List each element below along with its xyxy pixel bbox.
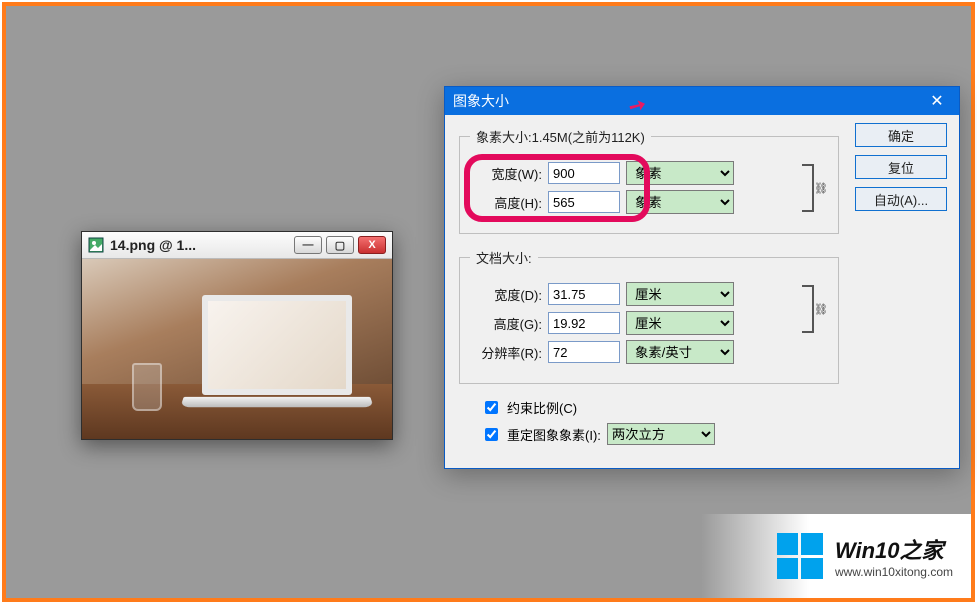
doc-width-label: 宽度(D): [470, 285, 542, 304]
scene-laptop-screen [202, 295, 352, 395]
app-icon [88, 237, 104, 253]
dialog-side-buttons: 确定 复位 自动(A)... [855, 123, 947, 211]
resolution-row: 分辨率(R): 象素/英寸 [470, 340, 828, 364]
reset-button[interactable]: 复位 [855, 155, 947, 179]
resample-checkbox[interactable]: 重定图象象素(I): 两次立方 [481, 423, 839, 445]
pixel-dimensions-group: 象素大小:1.45M(之前为112K) 宽度(W): 象素 高度(H): 象素 [459, 127, 839, 234]
scene-laptop-base [180, 397, 374, 407]
maximize-button[interactable]: ▢ [326, 236, 354, 254]
dialog-titlebar[interactable]: 图象大小 ➚ ✕ [445, 87, 959, 115]
pixel-width-input[interactable] [548, 162, 620, 184]
resample-label: 重定图象象素(I): [507, 425, 601, 444]
image-window-title: 14.png @ 1... [110, 237, 288, 253]
close-button[interactable]: X [358, 236, 386, 254]
constrain-proportions-input[interactable] [485, 401, 498, 414]
link-chain-icon[interactable]: ⛓ [814, 182, 828, 195]
image-size-dialog: 图象大小 ➚ ✕ 确定 复位 自动(A)... 象素大小:1.45M(之前为11… [444, 86, 960, 469]
doc-width-row: 宽度(D): 厘米 [470, 282, 828, 306]
resample-input[interactable] [485, 428, 498, 441]
doc-width-input[interactable] [548, 283, 620, 305]
link-bracket-icon [802, 164, 814, 212]
pixel-height-input[interactable] [548, 191, 620, 213]
doc-height-unit-select[interactable]: 厘米 [626, 311, 734, 335]
watermark-text: Win10之家 www.win10xitong.com [835, 533, 953, 579]
image-window[interactable]: 14.png @ 1... — ▢ X [81, 231, 393, 440]
minimize-button[interactable]: — [294, 236, 322, 254]
document-size-legend: 文档大小: [470, 248, 538, 267]
window-buttons: — ▢ X [294, 236, 386, 254]
dialog-title: 图象大小 [453, 91, 915, 111]
doc-width-unit-select[interactable]: 厘米 [626, 282, 734, 306]
watermark-title: Win10之家 [835, 533, 953, 565]
watermark: Win10之家 www.win10xitong.com [701, 514, 971, 598]
dialog-close-button[interactable]: ✕ [915, 87, 959, 115]
constrain-proportions-checkbox[interactable]: 约束比例(C) [481, 398, 839, 417]
ok-button[interactable]: 确定 [855, 123, 947, 147]
workspace: 14.png @ 1... — ▢ X 图象大小 ➚ ✕ 确定 复位 自动( [2, 2, 975, 602]
options-group: 约束比例(C) 重定图象象素(I): 两次立方 [481, 398, 839, 445]
constrain-proportions-label: 约束比例(C) [507, 398, 577, 417]
resolution-input[interactable] [548, 341, 620, 363]
link-chain-icon[interactable]: ⛓ [814, 303, 828, 316]
pixel-width-row: 宽度(W): 象素 [470, 161, 828, 185]
image-window-titlebar[interactable]: 14.png @ 1... — ▢ X [82, 232, 392, 259]
auto-button[interactable]: 自动(A)... [855, 187, 947, 211]
link-bracket-icon [802, 285, 814, 333]
pixel-height-unit-select[interactable]: 象素 [626, 190, 734, 214]
resolution-label: 分辨率(R): [470, 343, 542, 362]
pixel-width-label: 宽度(W): [470, 164, 542, 183]
document-size-group: 文档大小: 宽度(D): 厘米 高度(G): 厘米 分辨率(R): [459, 248, 839, 384]
pixel-dimensions-legend: 象素大小:1.45M(之前为112K) [470, 127, 651, 146]
resample-method-select[interactable]: 两次立方 [607, 423, 715, 445]
scene-glass [132, 363, 162, 411]
windows-logo-icon [777, 533, 823, 579]
watermark-url: www.win10xitong.com [835, 565, 953, 579]
pixel-height-row: 高度(H): 象素 [470, 190, 828, 214]
pixel-height-label: 高度(H): [470, 193, 542, 212]
dialog-body: 确定 复位 自动(A)... 象素大小:1.45M(之前为112K) 宽度(W)… [445, 115, 959, 463]
image-canvas[interactable] [82, 259, 392, 439]
doc-height-row: 高度(G): 厘米 [470, 311, 828, 335]
doc-height-label: 高度(G): [470, 314, 542, 333]
pixel-width-unit-select[interactable]: 象素 [626, 161, 734, 185]
doc-height-input[interactable] [548, 312, 620, 334]
resolution-unit-select[interactable]: 象素/英寸 [626, 340, 734, 364]
